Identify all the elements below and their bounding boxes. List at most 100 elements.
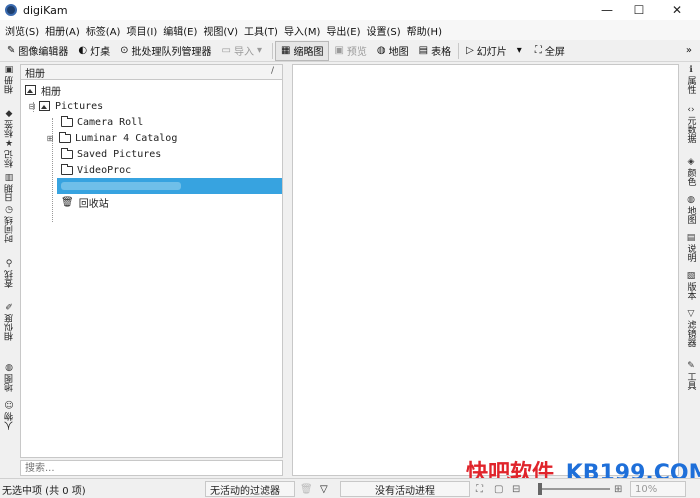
globe-icon: ◍ (5, 363, 13, 373)
album-search-input[interactable] (20, 460, 283, 476)
tab-right-map[interactable]: ◍ 地图 (682, 194, 700, 224)
filter-icon: ▽ (687, 309, 695, 319)
folder-icon (61, 115, 73, 127)
folder-icon (59, 131, 71, 143)
filter-icon[interactable]: ▽ (320, 481, 328, 497)
star-icon: ★ (4, 139, 14, 149)
tree-item-saved-pictures[interactable]: Saved Pictures (61, 146, 161, 162)
import-button[interactable]: ▭ 导入 ▾ (217, 41, 270, 61)
left-sidebar-tabs: ▣ 相册 ◆ 标签 ★ 标记 ▥ 日期 ◷ 时间线 ⚲ 查找 ✐ 相似度 ◍ 地… (0, 62, 18, 452)
tab-labels[interactable]: ★ 标记 (0, 138, 18, 168)
menu-export[interactable]: 导出(E) (323, 23, 363, 38)
panel-splitter[interactable] (286, 64, 290, 476)
menu-view[interactable]: 视图(V) (200, 23, 241, 38)
tab-map[interactable]: ◍ 地图 (0, 362, 18, 392)
status-bar: 无选中项 (共 0 项) 无活动的过滤器 🗑 ▽ 没有活动进程 ⛶ ▢ ⊟ ⊞ … (0, 478, 700, 498)
light-table-icon: ◐ (78, 45, 88, 56)
slideshow-dropdown[interactable]: ▾ (512, 41, 530, 61)
tab-versions[interactable]: ▧ 版本 (682, 270, 700, 300)
menu-tags[interactable]: 标签(A) (83, 23, 124, 38)
menu-help[interactable]: 帮助(H) (404, 23, 445, 38)
expand-icon[interactable]: ⊞ (45, 134, 55, 143)
batch-queue-button[interactable]: ⊙ 批处理队列管理器 (115, 41, 216, 61)
color-icon: ◈ (687, 157, 695, 167)
tab-captions[interactable]: ▤ 说明 (682, 232, 700, 262)
table-icon: ▤ (418, 45, 429, 56)
calendar-icon: ▥ (4, 173, 14, 183)
tree-item-selected-blurred[interactable] (57, 178, 282, 194)
tab-timeline[interactable]: ◷ 时间线 (0, 204, 18, 243)
selection-status: 无选中项 (共 0 项) (2, 485, 86, 497)
toolbar-separator (458, 42, 460, 59)
folder-icon (61, 163, 73, 175)
trash-icon: 🗑 (61, 196, 74, 208)
pencil-icon: ✎ (7, 45, 16, 56)
album-icon (25, 85, 36, 95)
tab-properties[interactable]: ℹ 属性 (682, 64, 700, 94)
toolbar-separator (272, 42, 273, 59)
caption-icon: ▤ (686, 233, 696, 243)
tab-people[interactable]: ☺ 人物 (0, 400, 18, 430)
image-editor-button[interactable]: ✎ 图像编辑器 (2, 41, 73, 61)
tree-item-luminar-catalog[interactable]: ⊞ Luminar 4 Catalog (45, 130, 177, 146)
toolbar-more-button[interactable]: » (681, 41, 700, 61)
grid-icon: ▦ (281, 45, 291, 56)
trash-icon[interactable]: 🗑 (300, 481, 313, 497)
tab-search[interactable]: ⚲ 查找 (0, 258, 18, 288)
zoom-slider[interactable] (538, 481, 610, 497)
menu-settings[interactable]: 设置(S) (364, 23, 404, 38)
tree-item-camera-roll[interactable]: Camera Roll (61, 114, 143, 130)
person-icon: ☺ (4, 401, 14, 411)
tree-item-trash[interactable]: 🗑 回收站 (61, 194, 109, 210)
code-icon: ‹› (687, 105, 695, 115)
menu-album[interactable]: 相册(A) (42, 23, 83, 38)
zoom-in-icon[interactable]: ⊞ (614, 481, 622, 497)
filter-status: 无活动的过滤器 (205, 481, 295, 497)
thumbnail-view[interactable] (292, 64, 679, 476)
digikam-app-icon (5, 4, 17, 16)
zoom-fit-icon[interactable]: ⛶ (476, 481, 483, 497)
tab-metadata[interactable]: ‹› 元数据 (682, 104, 700, 143)
batch-icon: ⊙ (120, 45, 129, 56)
zoom-slider-handle[interactable] (538, 483, 542, 495)
close-button[interactable]: ✕ (654, 0, 700, 20)
slideshow-button[interactable]: ▷ 幻灯片 (461, 41, 512, 61)
zoom-actual-icon[interactable]: ▢ (494, 481, 503, 497)
preview-view-button[interactable]: ▣ 预览 (329, 41, 371, 61)
collapse-icon[interactable]: ⊟ (27, 102, 37, 111)
tab-albums[interactable]: ▣ 相册 (0, 64, 18, 94)
edit-icon[interactable]: / (271, 66, 274, 76)
dropdown-arrow-icon: ▾ (516, 45, 522, 56)
zoom-out-icon[interactable]: ⊟ (512, 481, 520, 497)
tree-item-pictures[interactable]: ⊟ Pictures (27, 98, 104, 114)
tab-similarity[interactable]: ✐ 相似度 (0, 302, 18, 341)
tree-item-root-album[interactable]: 相册 (25, 82, 61, 98)
menu-edit[interactable]: 编辑(E) (160, 23, 200, 38)
zoom-combo[interactable]: 10% (630, 481, 686, 497)
tab-tools[interactable]: ✎ 工具 (682, 360, 700, 390)
versions-icon: ▧ (686, 271, 696, 281)
thumbnails-view-button[interactable]: ▦ 缩略图 (275, 40, 330, 61)
menu-tools[interactable]: 工具(T) (241, 23, 281, 38)
menu-import[interactable]: 导入(M) (281, 23, 323, 38)
table-view-button[interactable]: ▤ 表格 (414, 41, 456, 61)
fullscreen-button[interactable]: ⛶ 全屏 (530, 41, 570, 61)
album-panel: 相册 / 相册 ⊟ Pictures Camera Roll ⊞ Luminar… (20, 64, 283, 476)
album-icon: ▣ (4, 65, 14, 75)
map-view-button[interactable]: ◍ 地图 (372, 41, 414, 61)
album-icon (39, 101, 50, 111)
pencil-icon: ✎ (687, 361, 695, 371)
brush-icon: ✐ (5, 303, 13, 313)
tab-dates[interactable]: ▥ 日期 (0, 172, 18, 202)
preview-icon: ▣ (334, 45, 344, 56)
menu-item[interactable]: 项目(I) (123, 23, 160, 38)
tab-tags[interactable]: ◆ 标签 (0, 108, 18, 138)
light-table-button[interactable]: ◐ 灯桌 (73, 41, 115, 61)
tab-colors[interactable]: ◈ 颜色 (682, 156, 700, 186)
tree-item-videoproc[interactable]: VideoProc (61, 162, 131, 178)
menu-bar: 浏览(S) 相册(A) 标签(A) 项目(I) 编辑(E) 视图(V) 工具(T… (0, 20, 700, 40)
folder-icon (61, 147, 73, 159)
menu-browse[interactable]: 浏览(S) (2, 23, 42, 38)
tab-filters[interactable]: ▽ 滤镜器 (682, 308, 700, 347)
info-icon: ℹ (689, 65, 693, 75)
